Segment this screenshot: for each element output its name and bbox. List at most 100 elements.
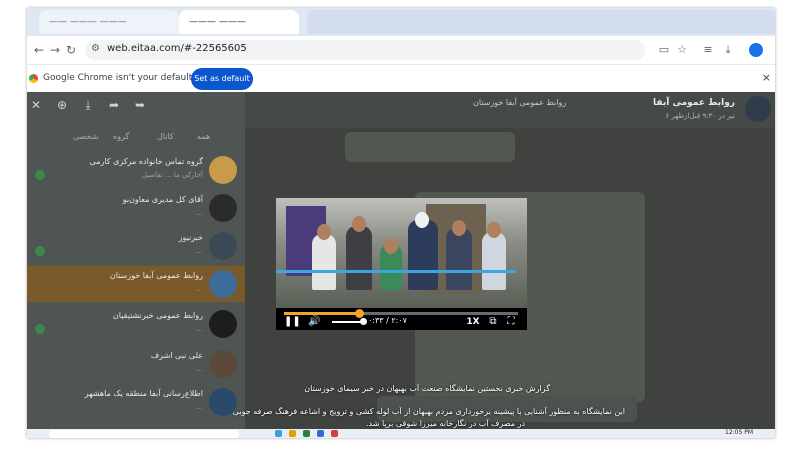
chat-title: آقای کل مدیری معاون‌بو <box>122 195 203 204</box>
default-browser-infobar: Google Chrome isn't your default browser… <box>27 64 775 93</box>
caption-line-3: در مصرف آب در نگارخانه میرزا شوقی برپا ش… <box>366 419 525 428</box>
chat-list-item[interactable]: علی نبی اشرف ... <box>27 346 245 382</box>
avatar <box>209 194 237 222</box>
avatar <box>209 232 237 260</box>
person-turban <box>415 212 429 228</box>
avatar <box>209 156 237 184</box>
taskbar-app-icon[interactable] <box>331 430 338 437</box>
chat-title: اطلاع‌رسانی آبفا منطقه یک ماهشهر <box>84 389 203 398</box>
person-head <box>317 224 331 240</box>
infobar-close-button[interactable]: × <box>762 71 771 84</box>
video-controls: ❚❚ 🔊 ۰:۳۳ / ۲:۰۷ 1X ⧉ ⛶ <box>276 309 527 330</box>
folder-tab-groups[interactable]: گروه <box>113 132 129 141</box>
zoom-icon[interactable]: ⊕ <box>55 98 69 112</box>
taskbar-search[interactable] <box>49 430 239 438</box>
caption-line-1: گزارش خبری نخستین نمایشگاه صنعت آب بهبها… <box>304 384 550 393</box>
volume-slider[interactable] <box>332 321 362 323</box>
site-info-icon[interactable]: ⚙ <box>91 44 101 54</box>
chat-title: گروه تماس خانواده مرکزی کارمی <box>89 157 203 166</box>
volume-knob[interactable] <box>360 318 367 325</box>
folder-tab-channels[interactable]: کانال <box>157 132 174 141</box>
share-icon[interactable]: ➥ <box>133 98 147 112</box>
taskbar-app-icon[interactable] <box>317 430 324 437</box>
volume-icon[interactable]: 🔊 <box>308 316 320 328</box>
chat-preview: ... <box>196 403 203 411</box>
avatar[interactable] <box>745 96 771 122</box>
address-bar[interactable]: ⚙ web.eitaa.com/#-22565605 <box>85 40 645 60</box>
chat-preview: آجارکی ما ... تفاصیل <box>141 171 203 179</box>
picture-in-picture-icon[interactable]: ⧉ <box>488 316 498 328</box>
chat-sidebar: ✕ ⊕ ⤓ ➦ ➥ همه کانال گروه شخصی گروه تماس … <box>27 92 245 429</box>
set-as-default-button[interactable]: Set as default <box>191 68 253 90</box>
unread-badge <box>35 324 45 334</box>
eitaa-app: ✕ ⊕ ⤓ ➦ ➥ همه کانال گروه شخصی گروه تماس … <box>27 92 775 429</box>
chat-list-item-selected[interactable]: روابط عمومی آبفا خوزستان ... <box>27 266 245 302</box>
chat-preview: ... <box>196 247 203 255</box>
person <box>312 234 336 290</box>
caption-line-2: این نمایشگاه به منظور آشنایی با پیشینه ب… <box>232 407 625 416</box>
taskbar-app-icon[interactable] <box>275 430 282 437</box>
tab-2-active[interactable]: ——— ——— <box>179 10 299 34</box>
chat-header: روابط عمومی آبفا خوزستان روابط عمومی آبف… <box>245 92 775 128</box>
video-player[interactable]: ❚❚ 🔊 ۰:۳۳ / ۲:۰۷ 1X ⧉ ⛶ <box>276 198 527 330</box>
forward-button[interactable]: → <box>47 42 63 58</box>
message-bubble <box>345 132 515 162</box>
chat-title: خبرنیوز <box>178 233 203 242</box>
bookmark-star-icon[interactable]: ☆ <box>675 43 689 57</box>
person <box>446 228 472 290</box>
chat-header-title: روابط عمومی آبفا <box>653 98 735 108</box>
person-head <box>452 220 466 236</box>
chat-title: روابط عمومی خبرنشتیقیان <box>112 311 203 320</box>
chat-list-item[interactable]: روابط عمومی خبرنشتیقیان ... <box>27 306 245 342</box>
profile-avatar[interactable] <box>749 43 763 57</box>
back-button[interactable]: ← <box>31 42 47 58</box>
chat-header-subtitle: ۶ تیر در ۹:۳۰ قبل‌ازظهر <box>665 112 736 120</box>
video-progress-knob[interactable] <box>354 309 364 318</box>
chat-title: علی نبی اشرف <box>150 351 203 360</box>
url-text: web.eitaa.com/#-22565605 <box>107 43 247 54</box>
taskbar-app-icon[interactable] <box>303 430 310 437</box>
browser-toolbar: ← → ↻ ⚙ web.eitaa.com/#-22565605 ▭ ☆ ≡ ⤓ <box>27 36 775 64</box>
tab-1[interactable]: —— ——— ——— <box>39 10 179 34</box>
avatar <box>209 310 237 338</box>
person-head <box>352 216 366 232</box>
chat-list-item[interactable]: اطلاع‌رسانی آبفا منطقه یک ماهشهر ... <box>27 384 245 420</box>
cast-icon[interactable]: ▭ <box>657 43 671 57</box>
taskbar-clock: 12:05 PM <box>725 429 753 436</box>
chat-list-item[interactable]: گروه تماس خانواده مرکزی کارمی آجارکی ما … <box>27 152 245 188</box>
video-progress-bar[interactable] <box>284 309 518 318</box>
tab-3[interactable] <box>307 10 775 34</box>
download-icon[interactable]: ⤓ <box>81 98 95 113</box>
reading-list-icon[interactable]: ≡ <box>701 43 715 57</box>
forward-icon[interactable]: ➦ <box>107 98 121 112</box>
download-icon[interactable]: ⤓ <box>721 43 735 57</box>
os-taskbar: 12:05 PM <box>27 429 775 438</box>
unread-badge <box>35 246 45 256</box>
video-frame <box>276 198 527 308</box>
close-icon[interactable]: ✕ <box>29 98 43 112</box>
chat-preview: ... <box>196 209 203 217</box>
folder-tab-private[interactable]: شخصی <box>73 132 98 141</box>
chrome-logo-icon <box>29 74 38 83</box>
chat-preview: ... <box>196 365 203 373</box>
person-head <box>487 222 501 238</box>
person <box>346 226 372 290</box>
viewer-toolbar: ✕ ⊕ ⤓ ➦ ➥ <box>27 92 245 118</box>
chat-list-item[interactable]: آقای کل مدیری معاون‌بو ... <box>27 190 245 226</box>
person <box>408 220 438 290</box>
chat-list-item[interactable]: خبرنیوز ... <box>27 228 245 264</box>
channel-name: روابط عمومی آبفا خوزستان <box>473 98 567 107</box>
taskbar-app-icon[interactable] <box>289 430 296 437</box>
reload-button[interactable]: ↻ <box>63 42 79 58</box>
browser-window: —— ——— ——— ——— ——— ← → ↻ ⚙ web.eitaa.com… <box>27 8 775 438</box>
chat-title: روابط عمومی آبفا خوزستان <box>109 271 203 280</box>
video-progress-fill <box>284 312 359 315</box>
avatar <box>209 350 237 378</box>
person <box>482 232 506 290</box>
fullscreen-icon[interactable]: ⛶ <box>506 316 516 328</box>
pause-icon[interactable]: ❚❚ <box>284 316 301 328</box>
folder-tab-all[interactable]: همه <box>197 132 210 141</box>
playback-speed-button[interactable]: 1X <box>466 316 480 328</box>
video-timecode: ۰:۳۳ / ۲:۰۷ <box>368 316 407 325</box>
folder-tabs: همه کانال گروه شخصی <box>27 130 245 148</box>
